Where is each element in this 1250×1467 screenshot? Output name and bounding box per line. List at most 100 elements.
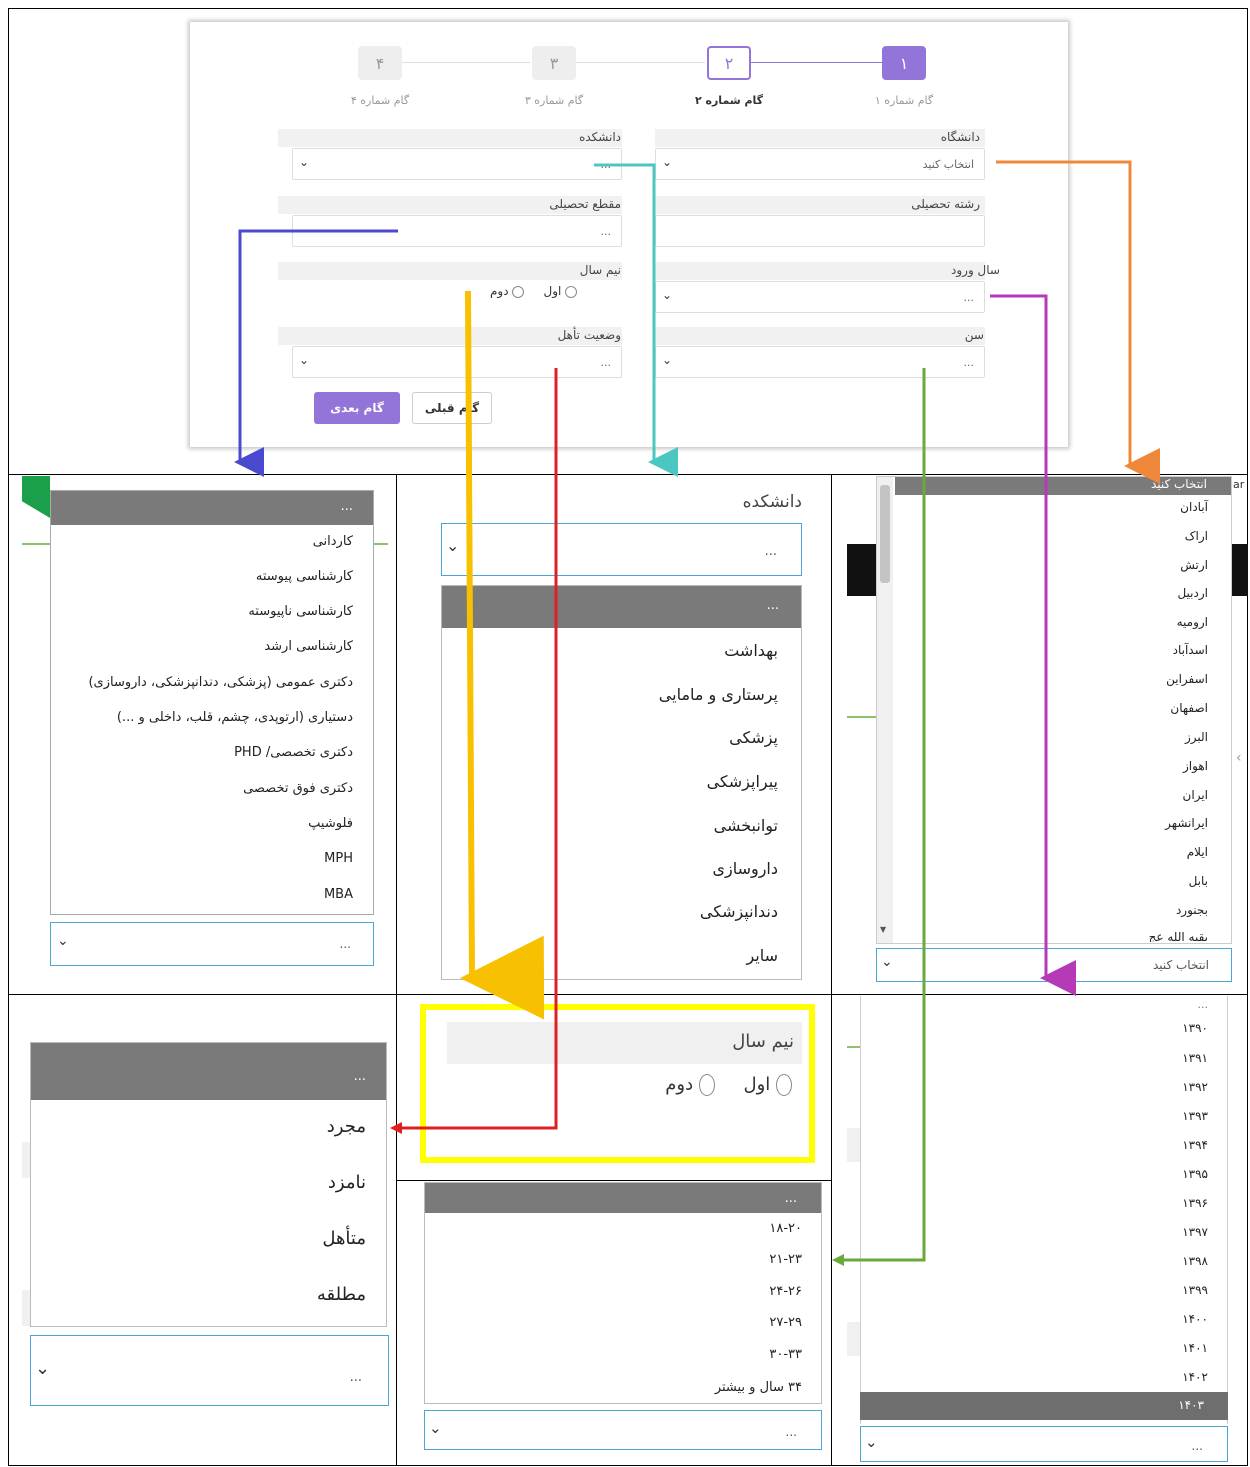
faculty-dropdown-header[interactable]: ... bbox=[442, 586, 801, 628]
list-item[interactable]: ۱۳۹۷ bbox=[1182, 1225, 1208, 1239]
list-item[interactable]: ارتش bbox=[1180, 558, 1208, 572]
list-item[interactable]: MPH bbox=[324, 851, 353, 866]
list-item[interactable]: فلوشیپ bbox=[308, 816, 353, 831]
list-item[interactable]: دستیاری (ارتوپدی، چشم، قلب، داخلی و ...) bbox=[117, 710, 353, 725]
faculty-select-expanded[interactable]: ... ⌄ bbox=[441, 523, 802, 576]
list-item[interactable]: MBA bbox=[324, 887, 353, 902]
list-item[interactable]: دکتری تخصصی/ PHD bbox=[234, 745, 353, 760]
list-item[interactable]: ۱۳۹۳ bbox=[1182, 1109, 1208, 1123]
list-item[interactable]: سایر bbox=[746, 946, 778, 965]
list-item[interactable]: اهواز bbox=[1183, 759, 1208, 773]
list-item[interactable]: اردبیل bbox=[1177, 586, 1208, 600]
list-item[interactable]: بقیه الله عج bbox=[1149, 930, 1208, 942]
list-item[interactable]: ۱۴۰۰ bbox=[1182, 1312, 1208, 1326]
list-item[interactable]: ارومیه bbox=[1177, 615, 1208, 629]
step-3-badge[interactable]: ۳ bbox=[532, 46, 576, 80]
year-selected-item[interactable]: ۱۴۰۳ bbox=[860, 1392, 1228, 1420]
list-item[interactable]: اصفهان bbox=[1170, 701, 1208, 715]
list-item[interactable]: بجنورد bbox=[1176, 903, 1208, 917]
step-2-badge[interactable]: ۲ bbox=[707, 46, 751, 80]
university-dropdown-header[interactable]: انتخاب کنید bbox=[895, 477, 1231, 495]
next-step-button[interactable]: گام بعدی bbox=[314, 392, 400, 424]
list-item[interactable]: دندانپزشکی bbox=[700, 902, 778, 921]
list-item[interactable]: ۲۱-۲۳ bbox=[769, 1252, 802, 1267]
list-item[interactable]: کارشناسی ناپیوسته bbox=[248, 604, 353, 619]
marital-dropdown-header[interactable]: ... bbox=[31, 1043, 386, 1100]
semester-zoom-first-radio[interactable] bbox=[776, 1074, 792, 1096]
divider-row2 bbox=[8, 994, 1248, 995]
chevron-down-icon: ⌄ bbox=[446, 536, 460, 555]
degree-dropdown-header[interactable]: ... bbox=[51, 491, 373, 525]
list-item[interactable]: ۱۳۹۵ bbox=[1182, 1167, 1208, 1181]
degree-select-expanded[interactable]: ... ⌄ bbox=[50, 922, 374, 966]
bg-green-line bbox=[372, 543, 388, 545]
bg-green-line bbox=[22, 543, 52, 545]
list-item[interactable]: ۱۳۹۲ bbox=[1182, 1080, 1208, 1094]
list-item[interactable]: آبادان bbox=[1180, 500, 1208, 514]
step-4-badge[interactable]: ۴ bbox=[358, 46, 402, 80]
list-item[interactable]: توانبخشی bbox=[714, 816, 778, 835]
list-item[interactable]: اسفراین bbox=[1166, 672, 1208, 686]
list-item[interactable]: کارشناسی ارشد bbox=[264, 639, 353, 654]
semester-zoom-second-radio[interactable] bbox=[698, 1074, 715, 1096]
list-item[interactable]: بابل bbox=[1189, 874, 1208, 888]
scrollbar-thumb[interactable] bbox=[880, 485, 890, 583]
semester-second-radio[interactable] bbox=[512, 285, 525, 298]
list-item[interactable]: پیراپزشکی bbox=[707, 772, 778, 791]
list-item[interactable]: اسدآباد bbox=[1173, 643, 1208, 657]
list-item[interactable]: ۱۳۹۹ bbox=[1182, 1283, 1208, 1297]
list-item[interactable]: ۱۴۰۱ bbox=[1182, 1341, 1208, 1355]
list-item[interactable]: مجرد bbox=[327, 1116, 366, 1137]
university-select-expanded[interactable]: انتخاب کنید ⌄ bbox=[876, 948, 1232, 982]
degree-select[interactable]: ... bbox=[292, 215, 622, 247]
list-item[interactable]: اراک bbox=[1185, 529, 1208, 543]
list-item[interactable]: ۱۳۹۱ bbox=[1182, 1051, 1208, 1065]
prev-step-button[interactable]: گام قبلی bbox=[412, 392, 492, 424]
list-item[interactable]: ایلام bbox=[1187, 845, 1208, 859]
university-select-expanded-value: انتخاب کنید bbox=[1152, 958, 1209, 972]
age-select-expanded[interactable]: ... ⌄ bbox=[424, 1410, 822, 1450]
list-item[interactable]: پزشکی bbox=[729, 728, 778, 747]
chevron-down-icon: ⌄ bbox=[881, 954, 893, 970]
list-item[interactable]: ۱۳۹۴ bbox=[1182, 1138, 1208, 1152]
list-item[interactable]: کارشناسی پیوسته bbox=[256, 569, 353, 584]
list-item[interactable]: دکتری فوق تخصصی bbox=[243, 781, 353, 796]
age-dropdown-header[interactable]: ... bbox=[425, 1183, 821, 1213]
list-item[interactable]: کاردانی bbox=[313, 534, 353, 549]
list-item[interactable]: ۱۴۰۲ bbox=[1182, 1370, 1208, 1384]
scroll-down-icon[interactable]: ▼ bbox=[880, 925, 886, 934]
list-item[interactable]: البرز bbox=[1185, 730, 1208, 744]
faculty-select[interactable]: ... ⌄ bbox=[292, 148, 622, 180]
list-item[interactable]: دکتری عمومی (پزشکی، دندانپزشکی، داروسازی… bbox=[88, 675, 353, 690]
list-item[interactable]: داروسازی bbox=[712, 859, 778, 878]
list-item[interactable]: ۲۷-۲۹ bbox=[769, 1315, 802, 1330]
list-item[interactable]: متأهل bbox=[322, 1228, 366, 1249]
divider-col2 bbox=[831, 474, 832, 1466]
list-item[interactable]: ایرانشهر bbox=[1165, 816, 1208, 830]
scrollbar-track[interactable]: ▼ bbox=[877, 477, 893, 943]
marital-select-expanded[interactable]: ... ⌄ bbox=[30, 1335, 389, 1406]
step-1-badge[interactable]: ۱ bbox=[882, 46, 926, 80]
year-select-expanded[interactable]: ... ⌄ bbox=[860, 1426, 1228, 1462]
list-item[interactable]: پرستاری و مامایی bbox=[659, 685, 778, 704]
age-select[interactable]: ... ⌄ bbox=[655, 346, 985, 378]
list-item[interactable]: ۱۳۹۰ bbox=[1182, 1021, 1208, 1035]
list-item[interactable]: ۱۸-۲۰ bbox=[769, 1221, 802, 1236]
semester-first-radio[interactable] bbox=[565, 285, 578, 298]
list-item[interactable]: بهداشت bbox=[724, 641, 778, 660]
major-input[interactable] bbox=[655, 215, 985, 247]
list-item[interactable]: نامزد bbox=[328, 1172, 366, 1193]
marital-select[interactable]: ... ⌄ bbox=[292, 346, 622, 378]
university-select[interactable]: انتخاب کنید ⌄ bbox=[655, 148, 985, 180]
entry-year-select[interactable]: ... ⌄ bbox=[655, 281, 985, 313]
degree-label: مقطع تحصیلی bbox=[549, 197, 621, 211]
list-item[interactable]: ۳۴ سال و بیشتر bbox=[715, 1380, 802, 1395]
list-item[interactable]: مطلقه bbox=[317, 1284, 366, 1305]
list-item[interactable]: ایران bbox=[1183, 788, 1208, 802]
list-item[interactable]: ۳۰-۳۳ bbox=[769, 1347, 802, 1362]
list-item[interactable]: ۲۴-۲۶ bbox=[769, 1284, 802, 1299]
list-item[interactable]: ۱۳۹۶ bbox=[1182, 1196, 1208, 1210]
chevron-left-icon[interactable]: ‹ bbox=[1236, 750, 1242, 766]
year-dropdown-top[interactable]: ... bbox=[1198, 998, 1209, 1011]
list-item[interactable]: ۱۳۹۸ bbox=[1182, 1254, 1208, 1268]
